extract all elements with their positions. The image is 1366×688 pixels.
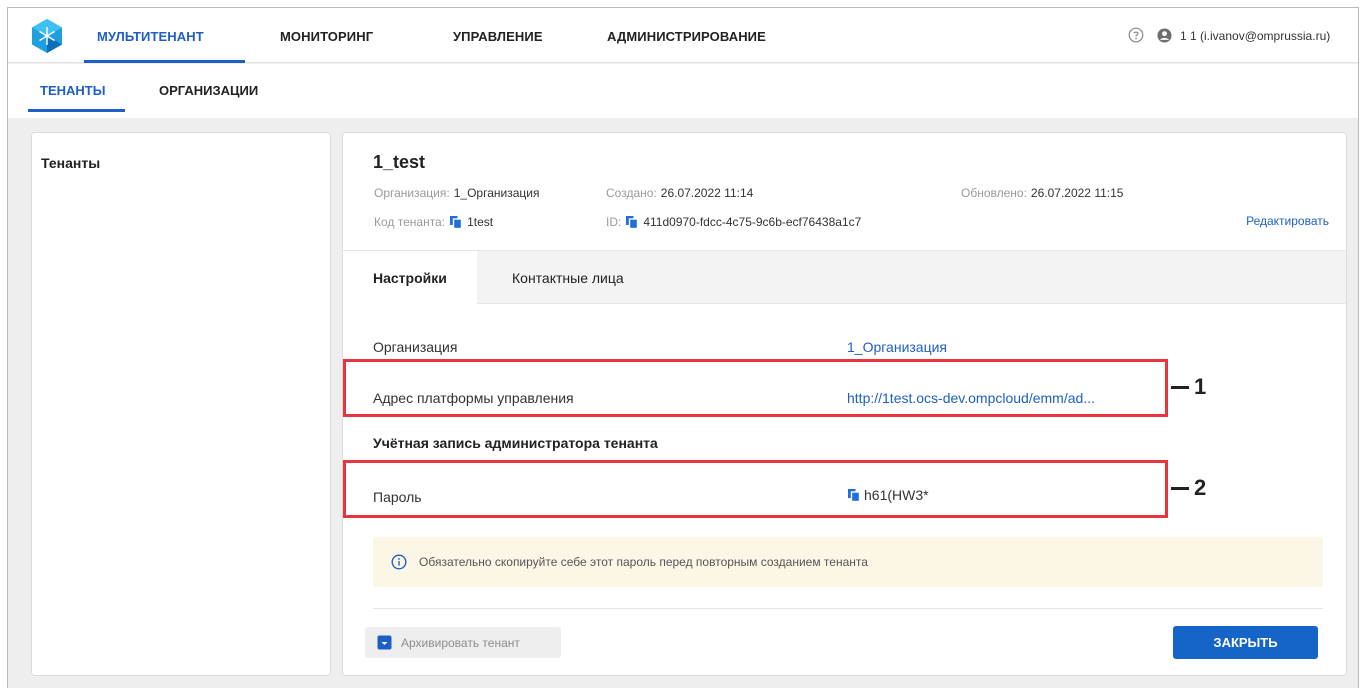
nav-active-indicator: [84, 60, 245, 63]
info-icon: [391, 554, 407, 570]
subnav-active-indicator: [28, 109, 125, 112]
meta-organization-label: Организация:: [374, 186, 450, 200]
copy-icon[interactable]: [449, 215, 463, 229]
user-name: 1 1 (i.ivanov@omprussia.ru): [1180, 28, 1331, 43]
notice-text: Обязательно скопируйте себе этот пароль …: [419, 555, 868, 569]
nav-management[interactable]: УПРАВЛЕНИЕ: [453, 29, 543, 44]
callout-line-2: [1171, 487, 1189, 490]
callout-number-2: 2: [1194, 475, 1207, 500]
nav-multitenant[interactable]: МУЛЬТИТЕНАНТ: [97, 29, 204, 44]
meta-code-label: Код тенанта:: [374, 215, 446, 229]
organization-link[interactable]: 1_Организация: [847, 339, 947, 355]
highlight-box-2: [343, 460, 1168, 518]
meta-id: ID: 411d0970-fdcc-4c75-9c6b-ecf76438a1c7: [606, 215, 861, 229]
nav-monitoring[interactable]: МОНИТОРИНГ: [280, 29, 373, 44]
subnav-organizations[interactable]: ОРГАНИЗАЦИИ: [159, 83, 258, 98]
tenant-name: 1_test: [373, 152, 426, 172]
meta-created-label: Создано:: [606, 186, 657, 200]
tabs-bar: Настройки Контактные лица: [343, 250, 1346, 305]
meta-updated-label: Обновлено:: [961, 186, 1027, 200]
sub-navigation: ТЕНАНТЫ ОРГАНИЗАЦИИ: [8, 64, 1358, 118]
organization-label: Организация: [373, 339, 458, 355]
archive-icon: [377, 635, 392, 650]
password-notice: Обязательно скопируйте себе этот пароль …: [373, 537, 1323, 587]
help-icon[interactable]: [1128, 27, 1144, 43]
app-window: МУЛЬТИТЕНАНТ МОНИТОРИНГ УПРАВЛЕНИЕ АДМИН…: [7, 7, 1359, 688]
app-logo-icon[interactable]: [31, 18, 63, 54]
tab-settings[interactable]: Настройки: [343, 251, 477, 305]
meta-created: Создано: 26.07.2022 11:14: [606, 186, 753, 200]
meta-id-label: ID:: [606, 215, 622, 229]
meta-created-value: 26.07.2022 11:14: [660, 186, 754, 200]
tenant-list-title: Тенанты: [41, 155, 101, 171]
meta-code-value: 1test: [467, 215, 494, 229]
user-menu[interactable]: 1 1 (i.ivanov@omprussia.ru): [1157, 28, 1330, 43]
close-button[interactable]: ЗАКРЫТЬ: [1173, 626, 1318, 659]
top-navigation: МУЛЬТИТЕНАНТ МОНИТОРИНГ УПРАВЛЕНИЕ АДМИН…: [8, 8, 1358, 63]
nav-administration[interactable]: АДМИНИСТРИРОВАНИЕ: [607, 29, 766, 44]
meta-organization: Организация: 1_Организация: [374, 186, 539, 200]
meta-updated-value: 26.07.2022 11:15: [1030, 186, 1124, 200]
account-icon: [1157, 28, 1172, 43]
callout-line-1: [1171, 386, 1189, 389]
subnav-tenants[interactable]: ТЕНАНТЫ: [40, 83, 105, 98]
meta-id-value: 411d0970-fdcc-4c75-9c6b-ecf76438a1c7: [643, 215, 862, 229]
tab-contacts[interactable]: Контактные лица: [512, 251, 624, 305]
archive-tenant-button[interactable]: Архивировать тенант: [365, 627, 561, 658]
meta-tenant-code: Код тенанта: 1test: [374, 215, 493, 229]
meta-organization-value: 1_Организация: [453, 186, 540, 200]
admin-account-section-title: Учётная запись администратора тенанта: [373, 435, 658, 451]
edit-link[interactable]: Редактировать: [1246, 214, 1329, 228]
highlight-box-1: [343, 359, 1168, 417]
footer-divider: [373, 608, 1323, 609]
meta-updated: Обновлено: 26.07.2022 11:15: [961, 186, 1123, 200]
tenant-list-panel: Тенанты: [31, 132, 331, 676]
archive-tenant-label: Архивировать тенант: [401, 635, 520, 650]
copy-icon[interactable]: [625, 215, 639, 229]
callout-number-1: 1: [1194, 374, 1207, 399]
